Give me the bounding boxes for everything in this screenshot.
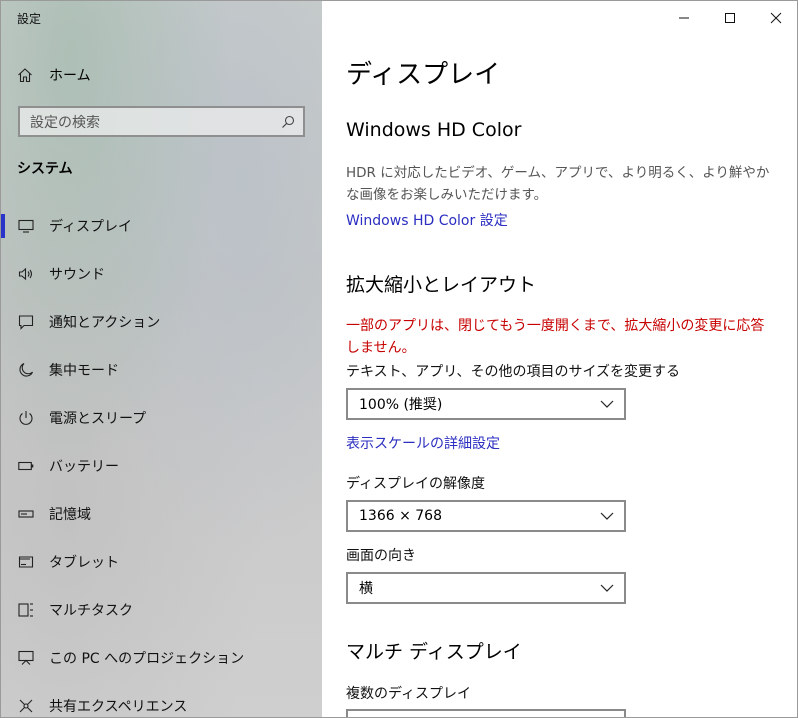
scale-heading: 拡大縮小とレイアウト [346, 274, 537, 296]
advanced-scaling-link[interactable]: 表示スケールの詳細設定 [346, 433, 500, 453]
sidebar-item-label: サウンド [49, 267, 105, 283]
tablet-icon [18, 556, 34, 568]
power-icon [19, 411, 33, 425]
resolution-dropdown[interactable]: 1366 × 768 [346, 500, 626, 532]
sidebar-item-label: バッテリー [49, 459, 119, 475]
sidebar: 設定 ホーム 設定の検索 システム ディスプレイ サウンド 通知とアクション 集… [1, 1, 322, 717]
maximize-button[interactable] [707, 1, 753, 34]
chevron-down-icon [600, 584, 614, 592]
sidebar-item-battery[interactable]: バッテリー [1, 442, 322, 490]
battery-icon [18, 461, 34, 471]
sidebar-item-label: 電源とスリープ [49, 411, 147, 427]
orientation-label: 画面の向き [346, 548, 416, 564]
content-pane: ディスプレイ Windows HD Color HDR に対応したビデオ、ゲーム… [322, 1, 797, 717]
maximize-icon [725, 12, 735, 23]
sidebar-item-tablet[interactable]: タブレット [1, 538, 322, 586]
section-label: システム [17, 161, 73, 177]
multi-display-heading: マルチ ディスプレイ [346, 641, 522, 663]
sidebar-item-storage[interactable]: 記憶域 [1, 490, 322, 538]
sidebar-item-projection[interactable]: この PC へのプロジェクション [1, 634, 322, 682]
minimize-button[interactable] [661, 1, 707, 34]
sidebar-item-shared-experiences[interactable]: 共有エクスペリエンス [1, 682, 322, 717]
close-button[interactable] [753, 1, 797, 34]
notification-icon [18, 315, 34, 330]
moon-icon [19, 362, 34, 377]
app-title: 設定 [17, 12, 42, 26]
sidebar-item-label: 集中モード [49, 363, 119, 379]
sidebar-item-label: 記憶域 [49, 507, 91, 523]
resolution-dropdown-value: 1366 × 768 [359, 508, 442, 524]
sidebar-item-notifications[interactable]: 通知とアクション [1, 298, 322, 346]
home-icon [18, 68, 32, 83]
chevron-down-icon [600, 400, 614, 408]
home-label: ホーム [49, 68, 91, 84]
scale-dropdown[interactable]: 100% (推奨) [346, 388, 626, 420]
sidebar-item-display[interactable]: ディスプレイ [1, 202, 322, 250]
sidebar-item-label: ディスプレイ [49, 219, 133, 235]
hdr-settings-link[interactable]: Windows HD Color 設定 [346, 210, 508, 230]
search-box[interactable]: 設定の検索 [18, 106, 305, 137]
shared-experience-icon [19, 699, 33, 713]
size-label: テキスト、アプリ、その他の項目のサイズを変更する [346, 364, 681, 380]
multi-display-label: 複数のディスプレイ [346, 686, 472, 702]
sidebar-item-label: タブレット [49, 555, 119, 571]
sidebar-item-multitasking[interactable]: マルチタスク [1, 586, 322, 634]
search-input[interactable]: 設定の検索 [30, 112, 281, 132]
multitask-icon [18, 603, 33, 617]
caption-buttons [661, 1, 797, 34]
sidebar-item-focus-assist[interactable]: 集中モード [1, 346, 322, 394]
multi-display-dropdown[interactable] [346, 709, 626, 717]
home-nav-item[interactable]: ホーム [17, 62, 91, 88]
sidebar-item-power-sleep[interactable]: 電源とスリープ [1, 394, 322, 442]
scale-dropdown-value: 100% (推奨) [359, 397, 443, 413]
sidebar-nav: ディスプレイ サウンド 通知とアクション 集中モード 電源とスリープ バッテリー… [1, 202, 322, 717]
sidebar-item-label: 共有エクスペリエンス [49, 699, 188, 715]
sidebar-item-sound[interactable]: サウンド [1, 250, 322, 298]
resolution-label: ディスプレイの解像度 [346, 476, 486, 492]
search-icon[interactable] [281, 115, 295, 129]
orientation-dropdown-value: 横 [359, 581, 373, 597]
minimize-icon [679, 17, 689, 18]
hdr-heading: Windows HD Color [346, 119, 522, 141]
orientation-dropdown[interactable]: 横 [346, 572, 626, 604]
scale-warning: 一部のアプリは、閉じてもう一度開くまで、拡大縮小の変更に応答しません。 [346, 318, 765, 356]
page-title: ディスプレイ [346, 60, 501, 90]
sidebar-item-label: この PC へのプロジェクション [49, 651, 245, 667]
storage-icon [18, 510, 34, 518]
projection-icon [18, 650, 34, 665]
speaker-icon [18, 267, 33, 281]
close-icon [770, 12, 782, 23]
sidebar-item-label: 通知とアクション [49, 315, 161, 331]
monitor-icon [18, 219, 34, 233]
chevron-down-icon [600, 512, 614, 520]
hdr-description: HDR に対応したビデオ、ゲーム、アプリで、より明るく、より鮮やかな画像をお楽し… [346, 165, 770, 203]
settings-window: 設定 ホーム 設定の検索 システム ディスプレイ サウンド 通知とアクション 集… [0, 0, 798, 718]
sidebar-item-label: マルチタスク [49, 603, 133, 619]
